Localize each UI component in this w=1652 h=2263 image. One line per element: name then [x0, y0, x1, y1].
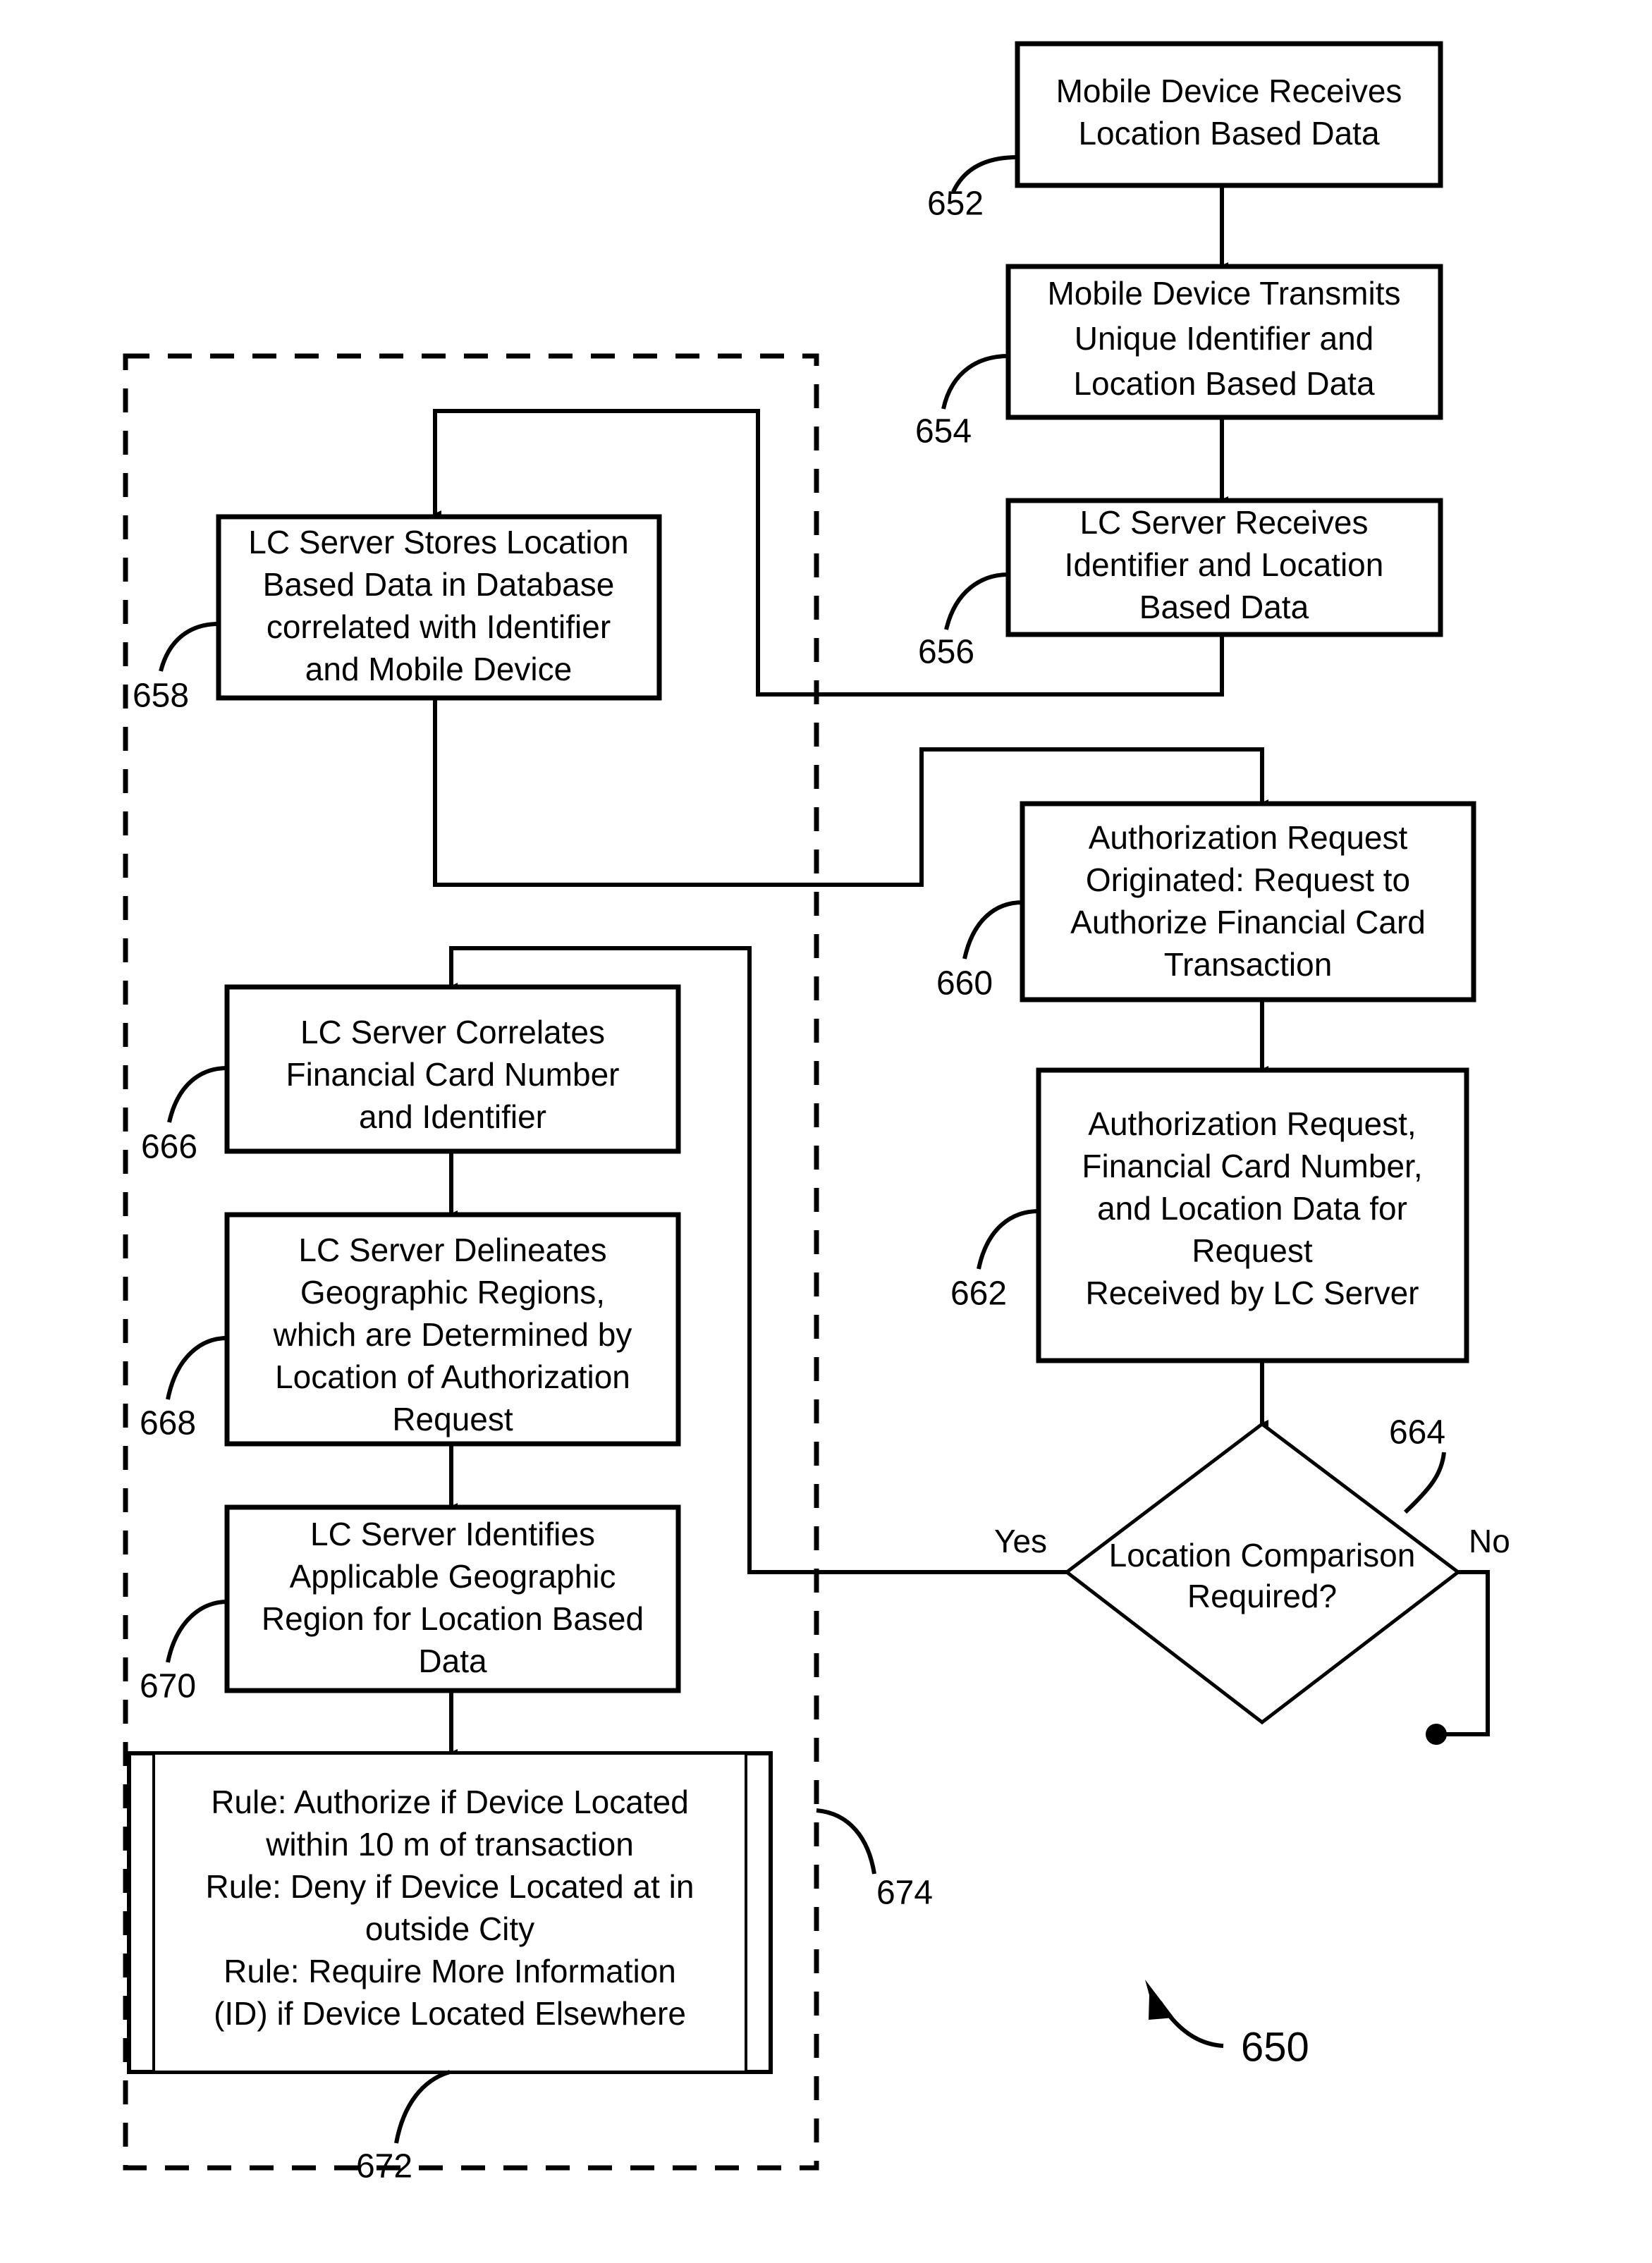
group-674-ref: 674: [876, 1875, 933, 1912]
node-656-leader: [944, 572, 1009, 630]
node-672-ref: 672: [356, 2148, 412, 2185]
node-660-line-3: Transaction: [1164, 946, 1333, 983]
node-654-ref: 654: [915, 413, 972, 450]
node-666-ref: 666: [141, 1129, 197, 1166]
node-672-line-5: (ID) if Device Located Elsewhere: [214, 1995, 686, 2032]
node-668-ref: 668: [140, 1405, 196, 1442]
figure-number-callout: 650: [1145, 1980, 1309, 2070]
node-670-leader: [166, 1600, 228, 1663]
node-662-line-3: Request: [1192, 1232, 1313, 1269]
node-658-ref: 658: [133, 677, 189, 715]
node-664-no-label: No: [1469, 1523, 1510, 1559]
node-672-line-1: within 10 m of transaction: [265, 1826, 634, 1863]
node-672: Rule: Authorize if Device Located within…: [127, 1751, 773, 2185]
node-662-line-2: and Location Data for: [1097, 1190, 1407, 1227]
node-666-line-1: Financial Card Number: [286, 1056, 620, 1093]
node-664-line-1: Required?: [1187, 1578, 1337, 1614]
node-664-line-0: Location Comparison: [1109, 1537, 1416, 1574]
node-662-line-4: Received by LC Server: [1086, 1275, 1419, 1311]
node-664: Location Comparison Required? Yes No 664: [994, 1414, 1510, 1725]
node-652-line-0: Mobile Device Receives: [1056, 73, 1402, 109]
node-658-line-2: correlated with Identifier: [267, 608, 611, 645]
node-670-line-3: Data: [418, 1643, 487, 1679]
node-666-leader: [167, 1066, 228, 1123]
node-652: Mobile Device Receives Location Based Da…: [927, 41, 1443, 223]
node-666-line-0: LC Server Correlates: [300, 1014, 605, 1050]
node-656: LC Server Receives Identifier and Locati…: [918, 498, 1443, 671]
node-672-leader: [394, 2070, 451, 2144]
node-670-line-2: Region for Location Based: [262, 1600, 644, 1637]
node-666: LC Server Correlates Financial Card Numb…: [141, 984, 681, 1166]
node-656-ref: 656: [918, 634, 974, 671]
node-658-leader: [159, 622, 219, 672]
group-ref-674: 674: [816, 1808, 933, 1912]
node-658-line-3: and Mobile Device: [305, 651, 572, 687]
node-652-ref: 652: [927, 185, 984, 223]
node-668-line-1: Geographic Regions,: [300, 1274, 605, 1311]
node-670-line-0: LC Server Identifies: [310, 1516, 595, 1552]
node-662-ref: 662: [950, 1275, 1007, 1313]
node-670-ref: 670: [140, 1668, 196, 1705]
node-662: Authorization Request, Financial Card Nu…: [950, 1067, 1469, 1363]
node-660-line-1: Originated: Request to: [1086, 861, 1410, 898]
node-662-line-1: Financial Card Number,: [1082, 1148, 1422, 1184]
patent-flowchart-figure: Mobile Device Receives Location Based Da…: [0, 0, 1652, 2263]
node-672-line-3: outside City: [365, 1911, 534, 1947]
node-656-line-2: Based Data: [1139, 589, 1309, 625]
node-662-line-0: Authorization Request,: [1088, 1105, 1416, 1142]
node-672-line-2: Rule: Deny if Device Located at in: [206, 1868, 695, 1905]
node-672-line-4: Rule: Require More Information: [224, 1953, 676, 1989]
node-668-line-0: LC Server Delineates: [298, 1232, 606, 1268]
node-656-line-1: Identifier and Location: [1065, 546, 1384, 583]
node-670-line-1: Applicable Geographic: [290, 1558, 616, 1595]
node-668: LC Server Delineates Geographic Regions,…: [140, 1212, 681, 1447]
node-662-leader: [977, 1209, 1039, 1270]
node-652-line-1: Location Based Data: [1078, 115, 1379, 152]
node-658-line-0: LC Server Stores Location: [248, 524, 629, 560]
node-664-ref: 664: [1389, 1414, 1445, 1452]
node-668-line-2: which are Determined by: [273, 1316, 632, 1353]
node-666-line-2: and Identifier: [359, 1098, 546, 1135]
node-668-line-3: Location of Authorization: [275, 1359, 630, 1395]
flowchart-svg: Mobile Device Receives Location Based Da…: [123, 41, 1510, 2185]
group-674-leader: [816, 1808, 876, 1875]
figure-650-label: 650: [1241, 2024, 1309, 2070]
node-656-line-0: LC Server Receives: [1079, 504, 1368, 541]
node-668-leader: [166, 1336, 228, 1400]
node-658-line-1: Based Data in Database: [263, 566, 615, 603]
node-660: Authorization Request Originated: Reques…: [936, 801, 1476, 1002]
node-664-yes-label: Yes: [994, 1523, 1047, 1559]
node-654-line-2: Location Based Data: [1073, 365, 1374, 402]
node-658: LC Server Stores Location Based Data in …: [133, 514, 662, 715]
node-672-line-0: Rule: Authorize if Device Located: [211, 1784, 689, 1820]
node-668-line-4: Request: [392, 1401, 513, 1437]
figure-650-arrowhead: [1145, 1980, 1174, 2020]
no-branch-terminal-dot: [1426, 1724, 1447, 1745]
node-654-line-0: Mobile Device Transmits: [1047, 275, 1400, 312]
connector-664-no-terminal: [1442, 1570, 1490, 1736]
node-670: LC Server Identifies Applicable Geograph…: [140, 1504, 681, 1705]
node-660-line-2: Authorize Financial Card: [1070, 904, 1426, 940]
node-654: Mobile Device Transmits Unique Identifie…: [915, 264, 1443, 450]
node-660-leader: [962, 900, 1023, 959]
node-654-line-1: Unique Identifier and: [1075, 320, 1374, 357]
figure-650-leader: [1158, 2001, 1224, 2048]
node-664-leader: [1403, 1452, 1446, 1514]
node-660-line-0: Authorization Request: [1089, 819, 1408, 856]
node-660-ref: 660: [936, 965, 993, 1002]
node-654-leader: [941, 354, 1009, 410]
